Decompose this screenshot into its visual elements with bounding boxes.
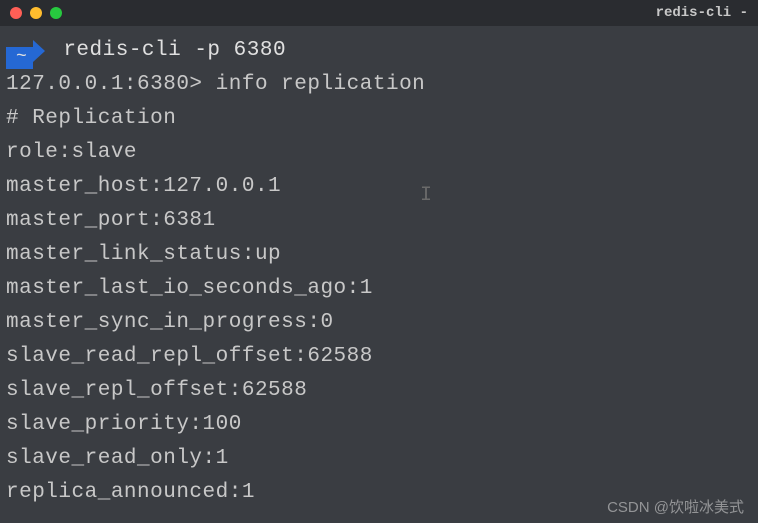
- arrow-tip-icon: [33, 40, 45, 62]
- output-line: slave_read_only:1: [6, 442, 752, 476]
- watermark-text: CSDN @饮啦冰美式: [607, 496, 744, 517]
- output-line: master_sync_in_progress:0: [6, 306, 752, 340]
- redis-host-prompt: 127.0.0.1:6380>: [6, 73, 203, 96]
- output-line: master_host:127.0.0.1: [6, 170, 752, 204]
- output-line: slave_repl_offset:62588: [6, 374, 752, 408]
- output-line: master_link_status:up: [6, 238, 752, 272]
- output-line: role:slave: [6, 136, 752, 170]
- output-line: slave_priority:100: [6, 408, 752, 442]
- window-title: redis-cli -: [656, 5, 748, 21]
- redis-command: info replication: [216, 73, 426, 96]
- maximize-window-icon[interactable]: [50, 7, 62, 19]
- output-header: # Replication: [6, 102, 752, 136]
- text-cursor-icon: I: [420, 184, 432, 207]
- redis-prompt-line: 127.0.0.1:6380> info replication: [6, 68, 752, 102]
- close-window-icon[interactable]: [10, 7, 22, 19]
- prompt-symbol: ~: [6, 47, 33, 69]
- minimize-window-icon[interactable]: [30, 7, 42, 19]
- shell-prompt-line: ~ redis-cli -p 6380: [6, 34, 752, 68]
- terminal-content[interactable]: ~ redis-cli -p 6380 127.0.0.1:6380> info…: [0, 26, 758, 518]
- window-controls: [10, 7, 62, 19]
- output-line: master_last_io_seconds_ago:1: [6, 272, 752, 306]
- window-titlebar: redis-cli -: [0, 0, 758, 26]
- output-line: master_port:6381: [6, 204, 752, 238]
- shell-command: redis-cli -p 6380: [63, 34, 286, 68]
- output-line: slave_read_repl_offset:62588: [6, 340, 752, 374]
- prompt-arrow-icon: ~: [6, 40, 45, 62]
